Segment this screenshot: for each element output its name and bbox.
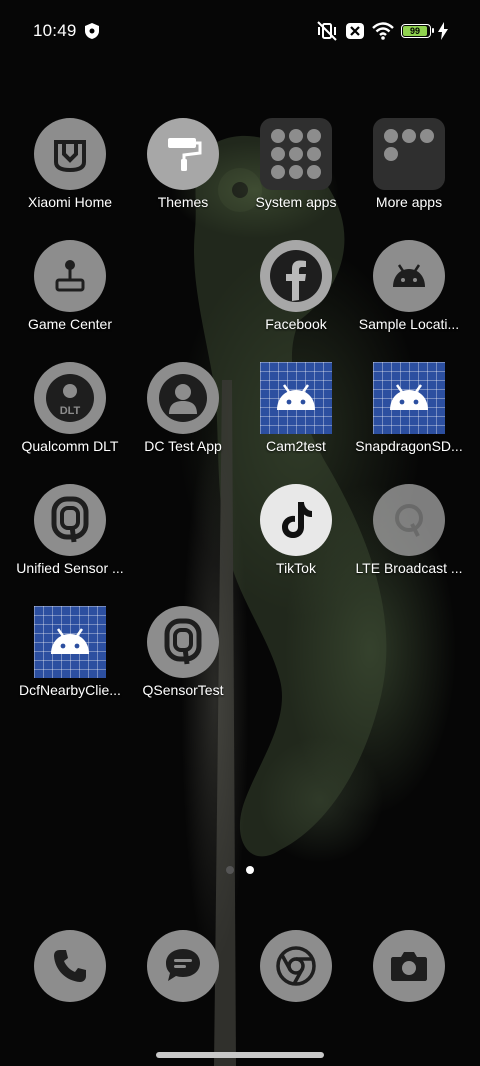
folder-more-apps[interactable]: More apps: [353, 118, 465, 210]
shield-icon: [85, 23, 99, 39]
app-qualcomm-dlt[interactable]: DLT Qualcomm DLT: [14, 362, 126, 454]
app-sample-location[interactable]: Sample Locati...: [353, 240, 465, 332]
svg-text:DLT: DLT: [60, 405, 81, 417]
app-label: Unified Sensor ...: [16, 560, 124, 576]
dock-chrome[interactable]: [260, 930, 332, 1002]
app-unified-sensor[interactable]: Unified Sensor ...: [14, 484, 126, 576]
qualcomm-q-icon: [147, 606, 219, 678]
app-dc-test[interactable]: DC Test App: [127, 362, 239, 454]
vibrate-off-icon: [317, 21, 337, 41]
app-label: QSensorTest: [142, 682, 224, 698]
home-gesture-bar[interactable]: [156, 1052, 324, 1058]
page-dot-1[interactable]: [226, 866, 234, 874]
app-game-center[interactable]: Game Center: [14, 240, 126, 332]
folder-label: More apps: [375, 194, 443, 210]
android-icon: [260, 362, 332, 434]
dlt-icon: DLT: [34, 362, 106, 434]
dock-phone[interactable]: [34, 930, 106, 1002]
qualcomm-q-icon: [373, 484, 445, 556]
app-themes[interactable]: Themes: [127, 118, 239, 210]
joystick-icon: [34, 240, 106, 312]
camera-icon: [391, 952, 427, 981]
android-icon: [373, 362, 445, 434]
battery-level: 99: [403, 26, 427, 36]
clock: 10:49: [33, 21, 77, 40]
android-icon: [34, 606, 106, 678]
app-lte-broadcast[interactable]: LTE Broadcast ...: [353, 484, 465, 576]
app-label: TikTok: [276, 560, 316, 576]
tiktok-icon: [260, 484, 332, 556]
app-snapdragon-sd[interactable]: SnapdragonSD...: [353, 362, 465, 454]
charging-bolt-icon: [438, 22, 448, 40]
message-icon: [166, 949, 200, 981]
status-bar: 10:49 99: [0, 0, 480, 62]
app-label: DC Test App: [144, 438, 222, 454]
notification-x-icon: [346, 23, 364, 39]
app-label: Themes: [157, 194, 209, 210]
app-label: SnapdragonSD...: [355, 438, 463, 454]
app-cam2test[interactable]: Cam2test: [240, 362, 352, 454]
phone-icon: [54, 950, 86, 982]
qualcomm-q-icon: [34, 484, 106, 556]
paint-roller-icon: [147, 118, 219, 190]
app-facebook[interactable]: Facebook: [240, 240, 352, 332]
app-label: DcfNearbyClie...: [19, 682, 121, 698]
app-label: LTE Broadcast ...: [355, 560, 463, 576]
app-dcf-nearby-client[interactable]: DcfNearbyClie...: [14, 606, 126, 698]
app-label: Qualcomm DLT: [21, 438, 119, 454]
folder-label: System apps: [255, 194, 337, 210]
page-indicator: [0, 866, 480, 874]
page-dot-2[interactable]: [246, 866, 254, 874]
chrome-icon: [276, 946, 316, 986]
folder-icon: [373, 118, 445, 190]
folder-icon: [260, 118, 332, 190]
person-icon: [147, 362, 219, 434]
app-tiktok[interactable]: TikTok: [240, 484, 352, 576]
dock-camera[interactable]: [373, 930, 445, 1002]
app-label: Sample Locati...: [358, 316, 460, 332]
dock-messages[interactable]: [147, 930, 219, 1002]
app-label: Game Center: [27, 316, 113, 332]
android-icon: [373, 240, 445, 312]
app-label: Facebook: [265, 316, 327, 332]
battery-icon: 99: [401, 24, 434, 38]
app-label: Xiaomi Home: [27, 194, 113, 210]
xiaomi-home-icon: [34, 118, 106, 190]
app-xiaomi-home[interactable]: Xiaomi Home: [14, 118, 126, 210]
folder-system-apps[interactable]: System apps: [240, 118, 352, 210]
app-label: Cam2test: [266, 438, 326, 454]
app-qsensortest[interactable]: QSensorTest: [127, 606, 239, 698]
wifi-icon: [372, 22, 394, 40]
facebook-icon: [260, 240, 332, 312]
